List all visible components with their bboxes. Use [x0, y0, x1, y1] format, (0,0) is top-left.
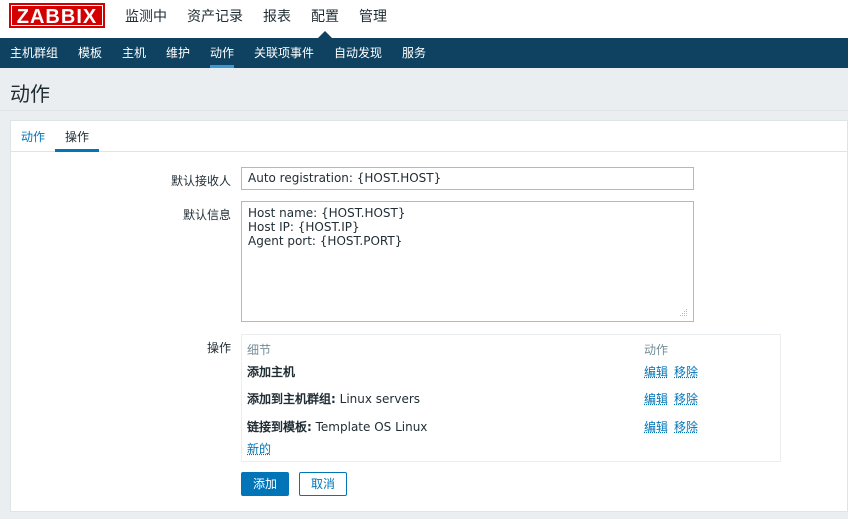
sub-menu-correlation[interactable]: 关联项事件: [254, 38, 314, 68]
main-menu-reports[interactable]: 报表: [253, 0, 301, 38]
default-recipient-label: 默认接收人: [170, 174, 231, 188]
main-menu-administration[interactable]: 管理: [349, 0, 397, 38]
operation-row-detail: 添加到主机群组: Linux servers: [247, 392, 421, 406]
operation-row-detail: 添加主机: [247, 365, 296, 379]
operation-edit-link[interactable]: 编辑: [644, 418, 668, 435]
main-menu: 监测中 资产记录 报表 配置 管理: [115, 0, 397, 38]
main-menu-configuration[interactable]: 配置: [301, 0, 349, 38]
col-header-action: 动作: [644, 343, 669, 357]
default-message-textarea[interactable]: Host name: {HOST.HOST} Host IP: {HOST.IP…: [241, 201, 694, 322]
page-header: [0, 68, 848, 111]
tab-operations[interactable]: 操作: [54, 128, 100, 152]
add-button[interactable]: 添加: [241, 472, 289, 496]
sub-menu-services[interactable]: 服务: [402, 38, 426, 68]
tab-bar: 动作 操作: [10, 120, 848, 152]
operation-remove-link[interactable]: 移除: [674, 363, 698, 380]
sub-menu-templates[interactable]: 模板: [78, 38, 102, 68]
sub-menu-maintenance[interactable]: 维护: [166, 38, 190, 68]
col-header-details: 细节: [247, 343, 272, 357]
new-operation-link[interactable]: 新的: [247, 440, 271, 457]
operation-edit-link[interactable]: 编辑: [644, 390, 668, 407]
page-title: 动作: [10, 82, 50, 106]
operations-label: 操作: [206, 341, 231, 355]
sub-menu: 主机群组 模板 主机 维护 动作 关联项事件 自动发现 服务: [0, 38, 848, 68]
sub-menu-hosts[interactable]: 主机: [122, 38, 146, 68]
main-menu-monitoring[interactable]: 监测中: [115, 0, 177, 38]
sub-menu-discovery[interactable]: 自动发现: [334, 38, 382, 68]
cancel-button[interactable]: 取消: [299, 472, 347, 496]
main-menu-inventory[interactable]: 资产记录: [177, 0, 253, 38]
default-message-label: 默认信息: [182, 208, 231, 222]
top-bar: ZABBIX 监测中 资产记录 报表 配置 管理: [0, 0, 848, 38]
operation-row-detail: 链接到模板: Template OS Linux: [247, 420, 428, 434]
zabbix-logo[interactable]: ZABBIX: [9, 3, 105, 28]
sub-menu-host-groups[interactable]: 主机群组: [10, 38, 58, 68]
resize-grip-icon[interactable]: [678, 307, 688, 317]
operation-remove-link[interactable]: 移除: [674, 390, 698, 407]
tab-action[interactable]: 动作: [21, 128, 45, 145]
sub-menu-actions[interactable]: 动作: [210, 38, 235, 68]
operation-edit-link[interactable]: 编辑: [644, 363, 668, 380]
operation-remove-link[interactable]: 移除: [674, 418, 698, 435]
default-recipient-input[interactable]: Auto registration: {HOST.HOST}: [241, 167, 694, 190]
